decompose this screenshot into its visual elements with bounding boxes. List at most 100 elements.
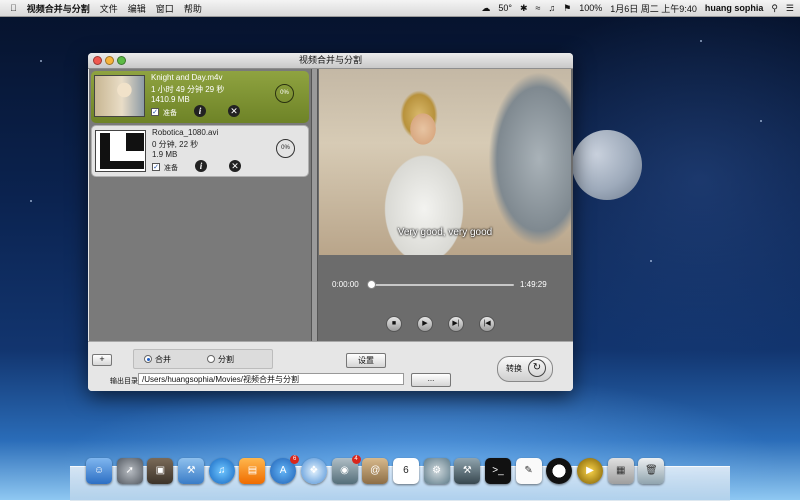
output-dir-label: 输出目录: bbox=[110, 378, 140, 385]
search-icon[interactable]: ⚲ bbox=[771, 3, 778, 14]
ready-label: 准备 bbox=[163, 110, 177, 117]
thumbnail-shape bbox=[110, 161, 144, 169]
datetime[interactable]: 1月6日 周二 上午9:40 bbox=[610, 2, 697, 15]
system-preferences-icon[interactable]: ⚙ bbox=[423, 458, 450, 484]
calendar-icon[interactable]: 6 bbox=[392, 458, 419, 484]
app-window: 视频合并与分割 Knight and Day.m4v 1 小时 49 分钟 29… bbox=[88, 53, 573, 391]
file-name: Robotica_1080.avi bbox=[152, 128, 219, 137]
play-button[interactable]: ▶ bbox=[417, 316, 433, 332]
thumbnail bbox=[94, 75, 145, 117]
video-preview[interactable]: Very good, very good bbox=[319, 69, 571, 255]
itunes-icon[interactable]: ♫ bbox=[208, 458, 235, 484]
volume-icon[interactable]: ♫ bbox=[548, 3, 555, 13]
info-icon[interactable]: i bbox=[195, 160, 207, 172]
progress-indicator: 0% bbox=[275, 84, 294, 103]
launchpad-icon[interactable]: ➚ bbox=[116, 458, 143, 484]
xcode-tools-icon[interactable]: ⚒ bbox=[454, 458, 481, 484]
next-frame-button[interactable]: ▶| bbox=[448, 316, 464, 332]
user-name[interactable]: huang sophia bbox=[705, 3, 764, 13]
facetime-badge: 4 bbox=[351, 455, 361, 464]
mode-selector: 合并 分割 bbox=[133, 349, 273, 369]
convert-button[interactable]: 转换 ↻ bbox=[497, 356, 553, 382]
file-name: Knight and Day.m4v bbox=[151, 73, 223, 82]
safari-icon[interactable]: ❖ bbox=[300, 458, 327, 484]
photo-icon[interactable]: ▣ bbox=[147, 458, 174, 484]
stop-button[interactable]: ■ bbox=[386, 316, 402, 332]
applications-folder-icon[interactable]: ▦ bbox=[607, 458, 634, 484]
battery-level[interactable]: 100% bbox=[579, 3, 602, 13]
seek-track[interactable] bbox=[371, 284, 514, 286]
contacts-icon[interactable]: @ bbox=[362, 458, 389, 484]
split-label[interactable]: 分割 bbox=[218, 354, 234, 365]
merge-label[interactable]: 合并 bbox=[155, 354, 171, 365]
apple-icon[interactable]:  bbox=[10, 3, 17, 13]
menu-bar:  视频合并与分割 文件 编辑 窗口 帮助 ☁ 50° ✱ ≈ ♫ ⚑ 100%… bbox=[0, 0, 800, 17]
menu-help[interactable]: 帮助 bbox=[184, 2, 202, 15]
settings-button[interactable]: 设置 bbox=[346, 353, 386, 368]
xcode-icon[interactable]: ⚒ bbox=[178, 458, 205, 484]
textedit-icon[interactable]: ✎ bbox=[515, 458, 542, 484]
minimize-button[interactable] bbox=[105, 56, 114, 65]
merge-radio[interactable] bbox=[144, 355, 152, 363]
split-radio[interactable] bbox=[207, 355, 215, 363]
bottom-bar: + 合并 分割 设置 转换 ↻ 输出目录: /Users/huangsophia… bbox=[88, 341, 573, 391]
weather-temp[interactable]: 50° bbox=[498, 3, 512, 13]
remove-icon[interactable]: ✕ bbox=[229, 160, 241, 172]
previous-frame-button[interactable]: |◀ bbox=[479, 316, 495, 332]
bluetooth-icon[interactable]: ✱ bbox=[520, 3, 528, 14]
trash-icon[interactable]: 🗑 bbox=[638, 458, 665, 484]
browse-button[interactable]: ... bbox=[411, 373, 451, 387]
video-app-icon[interactable]: ▶ bbox=[577, 458, 603, 484]
ready-checkbox[interactable]: ✓ bbox=[151, 108, 159, 116]
file-list[interactable]: Knight and Day.m4v 1 小时 49 分钟 29 秒 1410.… bbox=[89, 69, 311, 341]
menu-edit[interactable]: 编辑 bbox=[128, 2, 146, 15]
refresh-icon: ↻ bbox=[528, 359, 546, 377]
ready-label: 准备 bbox=[164, 165, 178, 172]
finder-icon[interactable]: ☺ bbox=[86, 458, 112, 484]
total-time: 1:49:29 bbox=[520, 280, 547, 289]
add-file-button[interactable]: + bbox=[92, 354, 112, 366]
thumbnail bbox=[95, 130, 146, 172]
info-icon[interactable]: i bbox=[194, 105, 206, 117]
star bbox=[40, 60, 42, 62]
menu-file[interactable]: 文件 bbox=[100, 2, 118, 15]
seek-knob[interactable] bbox=[366, 280, 376, 289]
thumbnail-shape bbox=[126, 133, 144, 151]
split-divider[interactable] bbox=[311, 69, 318, 341]
file-size: 1.9 MB bbox=[152, 150, 178, 159]
terminal-icon[interactable]: >_ bbox=[484, 458, 511, 484]
current-time: 0:00:00 bbox=[332, 280, 359, 289]
file-size: 1410.9 MB bbox=[151, 95, 190, 104]
weather-icon[interactable]: ☁ bbox=[481, 3, 490, 14]
flag-icon[interactable]: ⚑ bbox=[563, 3, 571, 14]
facetime-icon[interactable]: ◉ 4 bbox=[331, 455, 361, 484]
file-duration: 1 小时 49 分钟 29 秒 bbox=[151, 85, 225, 94]
title-bar[interactable]: 视频合并与分割 bbox=[88, 53, 573, 69]
star bbox=[650, 260, 652, 262]
calendar-day: 6 bbox=[403, 465, 409, 476]
ibooks-icon[interactable]: ▤ bbox=[239, 458, 266, 484]
list-icon[interactable]: ☰ bbox=[786, 3, 794, 14]
qq-icon[interactable] bbox=[546, 458, 573, 484]
app-store-icon[interactable]: A6 bbox=[270, 455, 300, 484]
wifi-icon[interactable]: ≈ bbox=[535, 3, 540, 13]
menu-window[interactable]: 窗口 bbox=[156, 2, 174, 15]
window-title: 视频合并与分割 bbox=[298, 55, 362, 65]
app-menu[interactable]: 视频合并与分割 bbox=[27, 2, 90, 15]
video-player: Very good, very good 0:00:00 1:49:29 ■ ▶… bbox=[318, 69, 573, 341]
file-duration: 0 分钟, 22 秒 bbox=[152, 140, 199, 149]
star bbox=[760, 120, 762, 122]
file-item-knight-and-day[interactable]: Knight and Day.m4v 1 小时 49 分钟 29 秒 1410.… bbox=[91, 71, 309, 123]
output-path-field[interactable]: /Users/huangsophia/Movies/视频合并与分割 bbox=[138, 373, 404, 385]
remove-icon[interactable]: ✕ bbox=[228, 105, 240, 117]
close-button[interactable] bbox=[93, 56, 102, 65]
app-store-badge: 6 bbox=[290, 455, 300, 464]
subtitle-text: Very good, very good bbox=[397, 227, 493, 238]
zoom-button[interactable] bbox=[117, 56, 126, 65]
star bbox=[30, 200, 32, 202]
dock: ☺ ➚ ▣ ⚒ ♫ ▤ A6 ❖ ◉ 4 @ 6 ⚙ ⚒ >_ ✎ ▶ ▦ 🗑 bbox=[86, 455, 669, 494]
file-item-robotica[interactable]: Robotica_1080.avi 0 分钟, 22 秒 1.9 MB ✓ 准备… bbox=[91, 125, 309, 177]
ready-checkbox[interactable]: ✓ bbox=[152, 163, 160, 171]
thumbnail-shape bbox=[100, 133, 110, 169]
moon bbox=[572, 130, 642, 200]
